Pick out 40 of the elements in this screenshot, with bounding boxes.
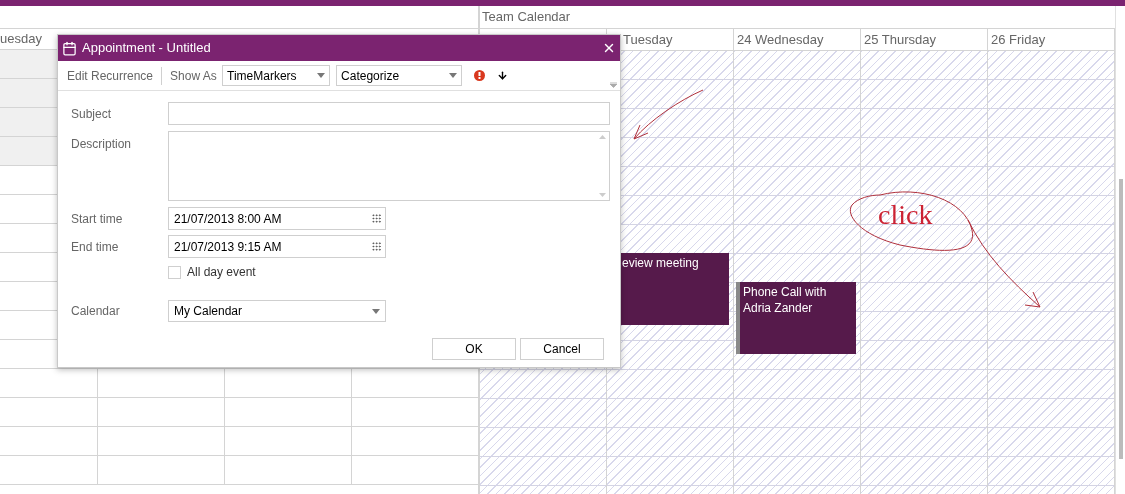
- ok-button[interactable]: OK: [432, 338, 516, 360]
- appointment-title: eview meeting: [621, 255, 699, 272]
- date-picker-icon[interactable]: [371, 213, 382, 224]
- day-header: Tuesday: [622, 30, 673, 49]
- cancel-button[interactable]: Cancel: [520, 338, 604, 360]
- edit-recurrence-button[interactable]: Edit Recurrence: [67, 66, 163, 85]
- field-label: Start time: [71, 210, 124, 228]
- calendar-dropdown[interactable]: My Calendar: [168, 300, 386, 322]
- end-time-picker[interactable]: 21/07/2013 9:15 AM: [168, 235, 386, 258]
- dialog-title: Appointment - Untitled: [82, 39, 212, 58]
- show-as-label: Show As: [169, 67, 218, 85]
- close-button[interactable]: [602, 41, 616, 55]
- all-day-checkbox[interactable]: [168, 265, 181, 279]
- field-label: Calendar: [71, 303, 121, 320]
- field-label: End time: [71, 238, 120, 256]
- all-day-label: All day event: [187, 264, 256, 281]
- day-header: 24 Wednesday: [736, 30, 824, 49]
- show-as-dropdown[interactable]: TimeMarkers: [222, 65, 331, 86]
- description-input[interactable]: [168, 131, 610, 201]
- day-header: 26 Friday: [990, 30, 1046, 49]
- day-header: 25 Thursday: [863, 30, 937, 49]
- expand-chevron-icon[interactable]: [610, 82, 617, 88]
- dropdown-caret-icon: [372, 308, 380, 314]
- scroll-up-icon[interactable]: [599, 135, 606, 139]
- appointment-block[interactable]: Phone Call with Adria Zander: [736, 282, 856, 354]
- annotation-text: click: [878, 201, 933, 229]
- calendar-icon: [62, 40, 77, 56]
- subject-input[interactable]: [168, 102, 610, 125]
- field-label: Subject: [71, 105, 113, 123]
- categorize-dropdown[interactable]: Categorize: [336, 65, 463, 86]
- appointment-title: Phone Call with Adria Zander: [742, 284, 828, 317]
- high-importance-icon[interactable]: [474, 70, 486, 81]
- start-time-picker[interactable]: 21/07/2013 8:00 AM: [168, 207, 386, 230]
- day-header: uesday: [0, 30, 42, 49]
- field-label: Description: [71, 136, 133, 153]
- date-picker-icon[interactable]: [371, 241, 382, 252]
- low-importance-icon[interactable]: [497, 70, 509, 81]
- scrollbar[interactable]: [1115, 6, 1125, 494]
- calendar-title: Team Calendar: [481, 8, 571, 27]
- scroll-down-icon[interactable]: [599, 193, 606, 197]
